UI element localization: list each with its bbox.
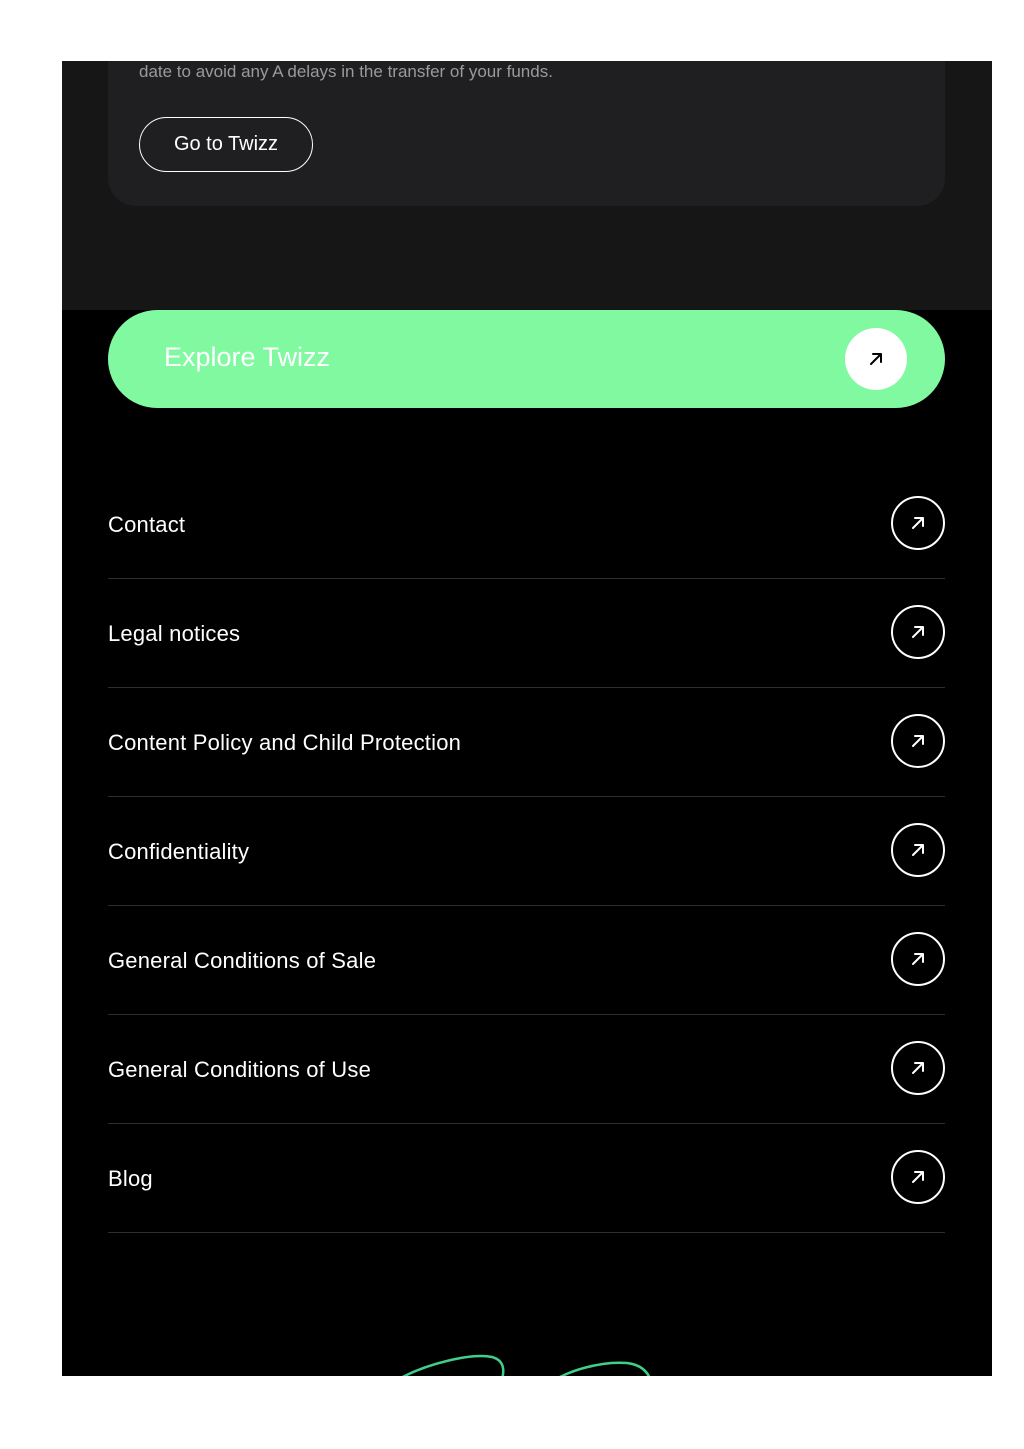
footer-link-label: Contact — [108, 512, 186, 537]
twizz-logo-icon — [401, 1354, 651, 1376]
footer-link-label: Blog — [108, 1166, 153, 1191]
footer-link-conditions-of-use[interactable]: General Conditions of Use — [108, 1015, 945, 1124]
arrow-up-right-icon[interactable] — [891, 932, 945, 986]
arrow-up-right-icon[interactable] — [891, 1150, 945, 1204]
explore-label: Explore Twizz — [164, 342, 331, 372]
arrow-up-right-icon[interactable] — [891, 823, 945, 877]
footer-link-confidentiality[interactable]: Confidentiality — [108, 797, 945, 906]
top-section: date to avoid any A delays in the transf… — [62, 61, 992, 310]
arrow-up-right-icon[interactable] — [891, 496, 945, 550]
footer-link-contact[interactable]: Contact — [108, 470, 945, 579]
arrow-up-right-icon[interactable] — [891, 605, 945, 659]
explore-twizz-button[interactable]: Explore Twizz — [108, 310, 945, 408]
footer-link-blog[interactable]: Blog — [108, 1124, 945, 1233]
footer-link-conditions-of-sale[interactable]: General Conditions of Sale — [108, 906, 945, 1015]
footer-link-label: General Conditions of Use — [108, 1057, 372, 1082]
go-to-twizz-button[interactable]: Go to Twizz — [139, 117, 313, 172]
info-card: date to avoid any A delays in the transf… — [108, 61, 945, 206]
footer-link-legal-notices[interactable]: Legal notices — [108, 579, 945, 688]
footer-link-content-policy[interactable]: Content Policy and Child Protection — [108, 688, 945, 797]
footer-link-label: Legal notices — [108, 621, 241, 646]
footer-link-label: General Conditions of Sale — [108, 948, 377, 973]
footer-link-label: Confidentiality — [108, 839, 250, 864]
footer-links: Contact Legal notices Content Policy and… — [108, 470, 945, 1233]
arrow-up-right-icon — [845, 328, 907, 390]
card-text: date to avoid any A delays in the transf… — [139, 62, 553, 81]
page-frame: date to avoid any A delays in the transf… — [62, 61, 992, 1376]
arrow-up-right-icon[interactable] — [891, 714, 945, 768]
arrow-up-right-icon[interactable] — [891, 1041, 945, 1095]
footer-link-label: Content Policy and Child Protection — [108, 730, 462, 755]
